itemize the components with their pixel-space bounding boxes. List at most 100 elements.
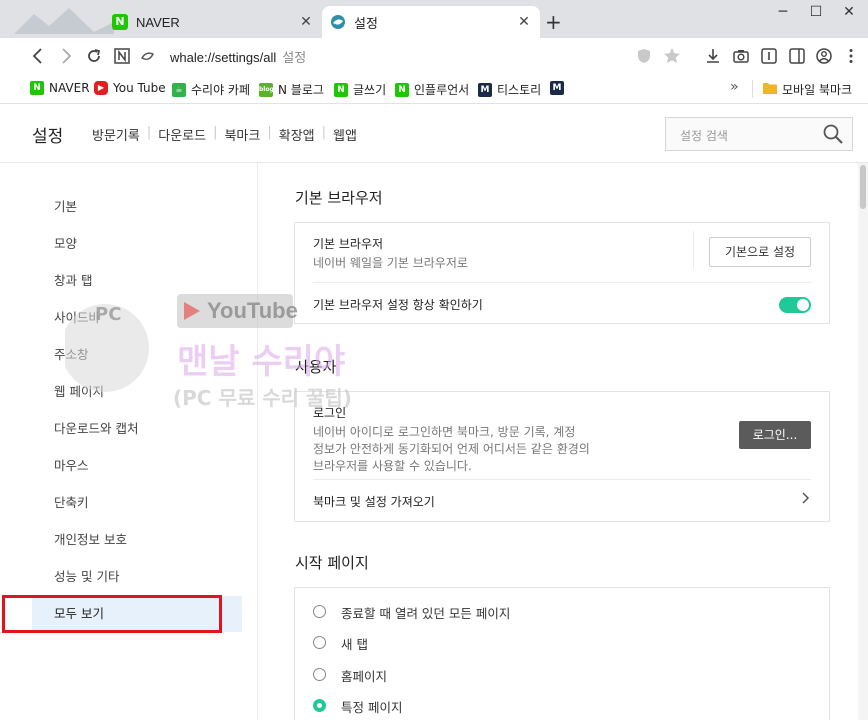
sidebar-item-mouse[interactable]: 마우스: [32, 448, 242, 484]
startup-radio-specific-page[interactable]: [313, 699, 326, 712]
nav-downloads[interactable]: 다운로드: [158, 125, 206, 144]
nav-separator: |: [213, 125, 218, 140]
address-toolbar: whale://settings/all 설정: [0, 38, 868, 74]
nav-separator: |: [321, 125, 327, 140]
sidebar-item-shortcuts[interactable]: 단축키: [32, 485, 242, 521]
highlight-box: [2, 595, 222, 633]
title-bar: N NAVER ✕ 설정 ✕ + ─ ☐ ✕: [0, 0, 868, 38]
bookmark-m-item[interactable]: M: [550, 81, 569, 95]
import-bookmarks-row[interactable]: 북마크 및 설정 가져오기: [313, 493, 811, 510]
sidebar-item-performance[interactable]: 성능 및 기타: [32, 559, 242, 595]
window-decoration-icon: [14, 8, 114, 34]
tab-title: NAVER: [136, 14, 180, 30]
nav-extensions[interactable]: 확장앱: [279, 125, 315, 144]
login-desc-line-1: 네이버 아이디로 로그인하면 북마크, 방문 기록, 계정: [313, 425, 576, 439]
close-window-button[interactable]: ✕: [834, 4, 864, 20]
bookmark-star-icon[interactable]: [662, 46, 682, 66]
bookmark-label: 인플루언서: [414, 83, 470, 97]
maximize-button[interactable]: ☐: [801, 4, 831, 20]
bookmark-overflow-button[interactable]: »: [730, 79, 739, 95]
shield-icon[interactable]: [634, 46, 654, 66]
settings-quick-nav: 방문기록 | 다운로드 | 북마크 | 확장앱 | 웹앱: [92, 125, 357, 144]
address-bar[interactable]: whale://settings/all 설정: [170, 47, 306, 66]
tab-settings[interactable]: 설정 ✕: [322, 6, 540, 38]
login-row: 로그인 네이버 아이디로 로그인하면 북마크, 방문 기록, 계정 정보가 안전…: [313, 404, 811, 475]
startup-option-label: 새 탭: [341, 637, 368, 652]
startup-radio-restore[interactable]: [313, 605, 326, 618]
minimize-button[interactable]: ─: [768, 4, 798, 20]
naver-home-icon[interactable]: [112, 46, 132, 66]
bookmark-bar: N NAVER ▶ You Tube ☕ 수리야 카페 blog N 블로그 N…: [0, 74, 868, 104]
section-title-default-browser: 기본 브라우저: [295, 189, 383, 207]
url-text: whale://settings/all: [170, 50, 277, 65]
startup-option-label: 홈페이지: [341, 669, 388, 684]
forward-icon[interactable]: [56, 46, 76, 66]
more-menu-icon[interactable]: [841, 46, 861, 66]
search-icon[interactable]: [822, 123, 844, 145]
page-scrollbar[interactable]: [858, 163, 868, 720]
naver-favicon-icon: N: [112, 14, 128, 30]
bookmark-divider: [752, 80, 753, 98]
sidebar-item-address-bar[interactable]: 주소창: [32, 337, 242, 373]
bookmark-influencer[interactable]: N 인플루언서: [395, 81, 469, 98]
reader-icon[interactable]: [759, 46, 779, 66]
bookmark-youtube[interactable]: ▶ You Tube: [94, 81, 166, 95]
sidebar-item-download-capture[interactable]: 다운로드와 캡처: [32, 411, 242, 447]
naver-icon: N: [395, 82, 409, 97]
url-page-label: 설정: [282, 50, 307, 65]
tab-title: 설정: [354, 15, 378, 31]
back-icon[interactable]: [28, 46, 48, 66]
section-title-startup: 시작 페이지: [295, 554, 369, 572]
nav-bookmarks[interactable]: 북마크: [224, 125, 260, 144]
tab-naver[interactable]: N NAVER ✕: [104, 6, 322, 38]
chevron-right-icon[interactable]: [801, 491, 811, 509]
sidebar-item-web-page[interactable]: 웹 페이지: [32, 374, 242, 410]
settings-search-input[interactable]: 설정 검색: [665, 117, 853, 151]
reload-icon[interactable]: [84, 46, 104, 66]
startup-card: 종료할 때 열려 있던 모든 페이지 새 탭 홈페이지 특정 페이지: [294, 587, 830, 720]
startup-radio-homepage[interactable]: [313, 668, 326, 681]
folder-icon: [763, 82, 777, 97]
camera-icon[interactable]: [731, 46, 751, 66]
sidebar-item-sidebar[interactable]: 사이드바: [32, 300, 242, 336]
cafe-icon: ☕: [172, 82, 186, 97]
tab-close-icon[interactable]: ✕: [298, 14, 314, 30]
new-tab-button[interactable]: +: [545, 12, 562, 32]
sidebar-item-basic[interactable]: 기본: [32, 189, 242, 225]
bookmark-naver[interactable]: N NAVER: [30, 81, 90, 95]
always-check-default-toggle[interactable]: [779, 297, 811, 313]
naver-icon: N: [30, 81, 44, 95]
tab-close-icon[interactable]: ✕: [516, 14, 532, 30]
nav-history[interactable]: 방문기록: [92, 125, 140, 144]
bookmark-naver-blog[interactable]: blog N 블로그: [259, 81, 324, 98]
sidebar-item-appearance[interactable]: 모양: [32, 226, 242, 262]
blog-icon: blog: [259, 82, 274, 97]
row-separator: [313, 282, 811, 283]
nav-webapps[interactable]: 웹앱: [333, 125, 357, 144]
login-desc-line-3: 브라우저를 사용할 수 있습니다.: [313, 459, 472, 473]
section-title-user: 사용자: [295, 358, 337, 376]
user-card: 로그인 네이버 아이디로 로그인하면 북마크, 방문 기록, 계정 정보가 안전…: [294, 391, 830, 522]
nav-separator: |: [267, 125, 272, 140]
sidebar-toggle-icon[interactable]: [787, 46, 807, 66]
bookmark-write[interactable]: N 글쓰기: [334, 81, 386, 98]
sidebar-item-windows-tabs[interactable]: 창과 탭: [32, 263, 242, 299]
bookmark-label: N 블로그: [278, 83, 324, 97]
login-button[interactable]: 로그인...: [739, 421, 811, 449]
default-browser-card: 기본 브라우저 네이버 웨일을 기본 브라우저로 기본으로 설정 기본 브라우저…: [294, 222, 830, 324]
bookmark-tistory[interactable]: M 티스토리: [478, 81, 541, 98]
startup-option-label: 특정 페이지: [341, 700, 403, 715]
nav-separator: |: [146, 125, 152, 140]
tistory-icon: M: [478, 82, 492, 97]
naver-icon: N: [334, 82, 348, 97]
startup-radio-new-tab[interactable]: [313, 636, 326, 649]
sidebar-item-privacy[interactable]: 개인정보 보호: [32, 522, 242, 558]
download-icon[interactable]: [703, 46, 723, 66]
mobile-bookmarks-folder[interactable]: 모바일 북마크: [763, 81, 852, 98]
whale-page-icon: [140, 46, 156, 66]
profile-icon[interactable]: [814, 46, 834, 66]
set-default-button[interactable]: 기본으로 설정: [709, 237, 811, 267]
settings-header: 설정 방문기록 | 다운로드 | 북마크 | 확장앱 | 웹앱 설정 검색: [0, 105, 868, 163]
scrollbar-thumb[interactable]: [860, 165, 866, 209]
bookmark-suriya-cafe[interactable]: ☕ 수리야 카페: [172, 81, 250, 98]
